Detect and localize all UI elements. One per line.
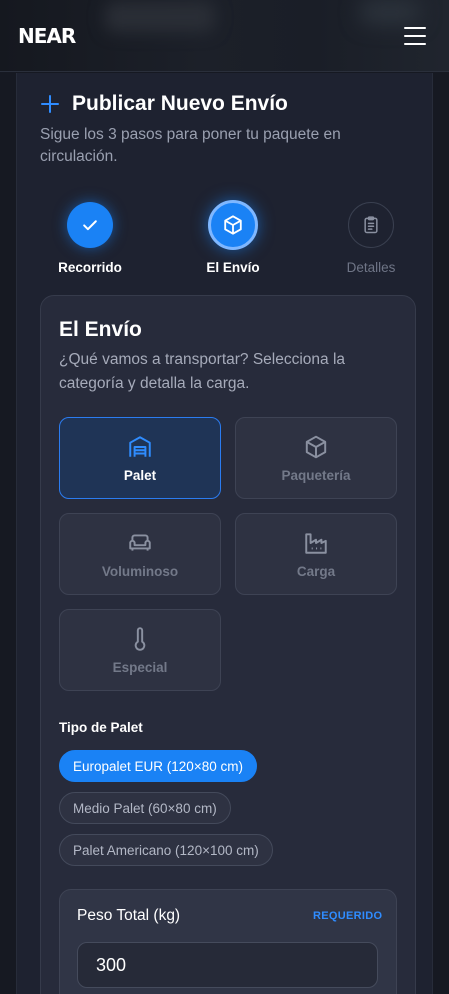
category-voluminoso[interactable]: Voluminoso [59,513,221,595]
pallet-option-medio[interactable]: Medio Palet (60×80 cm) [59,792,231,824]
pallet-type-label: Tipo de Palet [59,720,143,735]
category-paqueteria[interactable]: Paquetería [235,417,397,499]
step-circle [208,200,258,250]
weight-label: Peso Total (kg) [77,907,181,924]
pallet-option-americano[interactable]: Palet Americano (120×100 cm) [59,834,273,866]
pallet-option-europalet[interactable]: Europalet EUR (120×80 cm) [59,750,257,782]
category-carga[interactable]: Carga [235,513,397,595]
box-icon [224,215,242,235]
required-badge: REQUERIDO [313,910,383,922]
sofa-icon [129,533,151,551]
category-palet[interactable]: Palet [59,417,221,499]
step-recorrido[interactable]: Recorrido [30,202,150,275]
blurred-region [360,0,420,24]
category-label: Paquetería [281,467,351,483]
step-detalles[interactable]: Detalles [311,202,431,275]
top-navigation-bar: NEAR [0,0,449,72]
step-circle [67,202,113,248]
card-description: ¿Qué vamos a transportar? Selecciona la … [59,351,346,392]
box-icon [305,435,327,458]
step-circle [348,202,394,248]
category-especial[interactable]: Especial [59,609,221,691]
check-icon [83,220,97,231]
step-el-envio[interactable]: El Envío [173,200,293,275]
step-label: El Envío [206,260,260,275]
brand-logo[interactable]: NEAR [18,24,76,48]
clipboard-icon [364,216,378,234]
weight-input[interactable] [77,942,378,988]
category-label: Voluminoso [101,563,179,579]
hamburger-menu-icon[interactable] [404,27,426,45]
card-title: El Envío [59,318,142,341]
thermometer-icon [134,626,146,651]
category-label: Especial [112,659,168,675]
warehouse-icon [129,435,151,457]
factory-icon [305,532,327,554]
plus-icon [40,94,60,114]
blurred-region [105,2,215,32]
step-label: Detalles [346,260,396,275]
step-label: Recorrido [58,260,122,275]
page-title-row: Publicar Nuevo Envío [40,92,288,116]
page-subtitle: Sigue los 3 pasos para poner tu paquete … [40,126,341,165]
page-title: Publicar Nuevo Envío [72,92,288,115]
category-label: Palet [123,467,157,483]
category-label: Carga [296,563,336,579]
